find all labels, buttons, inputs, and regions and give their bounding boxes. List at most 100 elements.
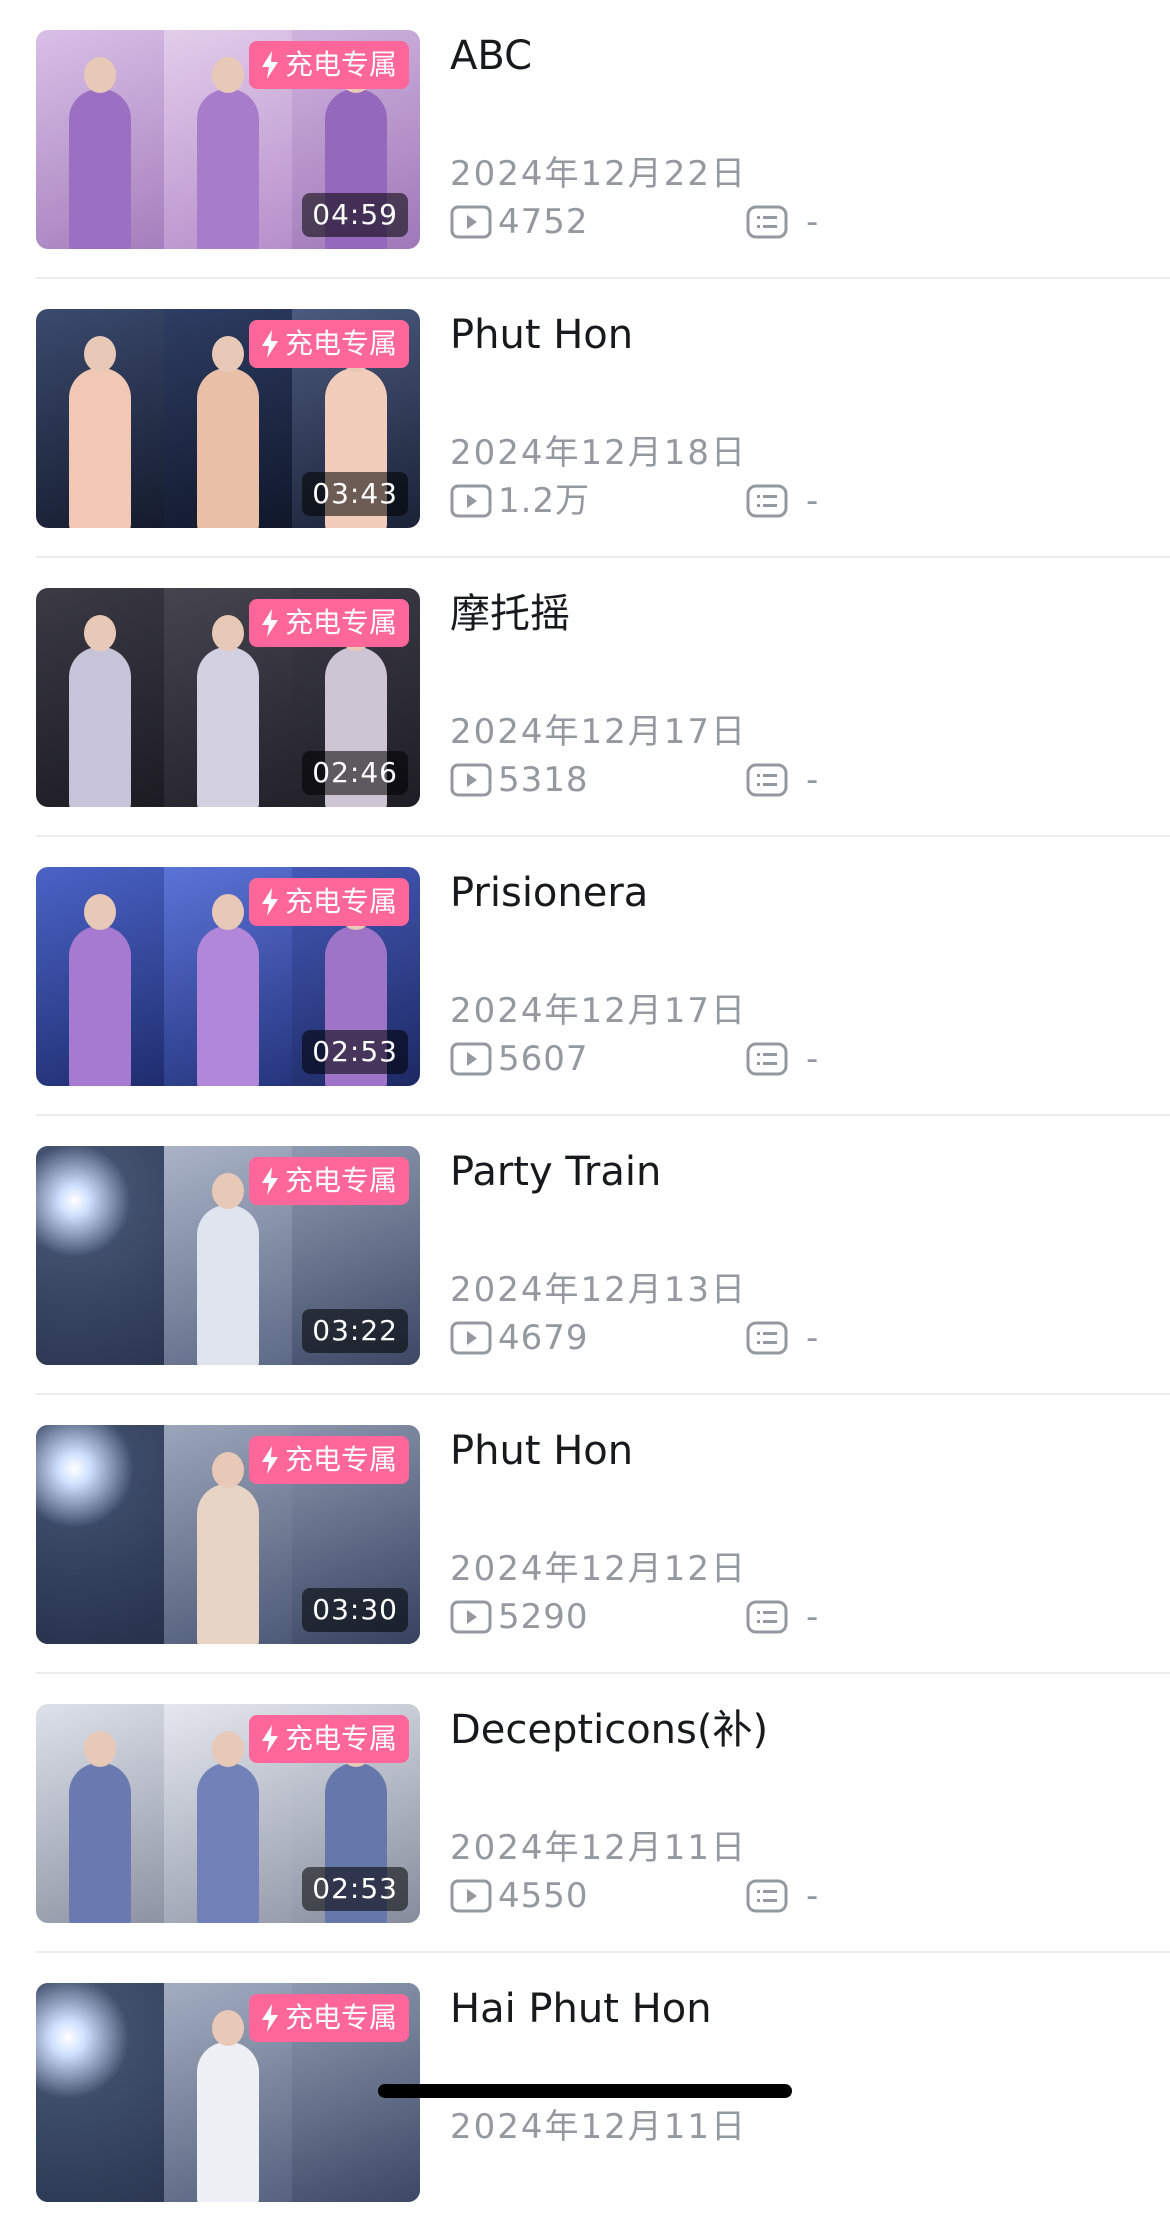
badge-label: 充电专属 [284, 885, 397, 918]
thumbnail-panel [36, 309, 164, 528]
thumbnail-figure [197, 1173, 259, 1365]
comment-list-icon [746, 205, 788, 239]
thumbnail-figure [69, 336, 131, 528]
thumbnail-panel [36, 1146, 164, 1365]
play-count: 5607 [450, 1037, 589, 1081]
play-count-value: 4550 [498, 1876, 589, 1916]
lightning-icon [261, 1446, 278, 1474]
thumbnail-figure [197, 1731, 259, 1923]
thumbnail-panel [36, 30, 164, 249]
badge-label: 充电专属 [284, 1443, 397, 1476]
video-date: 2024年12月11日 [450, 2107, 748, 2147]
video-title[interactable]: Party Train [450, 1146, 661, 1198]
video-thumbnail[interactable]: 充电专属 02:53 [36, 1704, 420, 1923]
badge-label: 充电专属 [284, 48, 397, 81]
video-date: 2024年12月22日 [450, 154, 748, 194]
comment-list-icon [746, 484, 788, 518]
play-count-value: 1.2万 [498, 481, 591, 521]
comment-list-icon [746, 763, 788, 797]
lightning-icon [261, 1725, 278, 1753]
thumbnail-panel [36, 588, 164, 807]
thumbnail-figure [197, 2010, 259, 2202]
video-duration: 02:53 [302, 1030, 408, 1074]
video-thumbnail[interactable]: 充电专属 03:43 [36, 309, 420, 528]
thumbnail-figure [197, 615, 259, 807]
thumbnail-figure [197, 57, 259, 249]
video-duration: 03:43 [302, 472, 408, 516]
lightning-icon [261, 2004, 278, 2032]
charge-exclusive-badge: 充电专属 [248, 1157, 409, 1205]
badge-label: 充电专属 [284, 1722, 397, 1755]
lightning-icon [261, 1167, 278, 1195]
play-count-icon [450, 484, 492, 518]
play-count: 5318 [450, 758, 589, 802]
video-date: 2024年12月12日 [450, 1549, 748, 1589]
video-duration: 04:59 [302, 193, 408, 237]
video-title[interactable]: Decepticons(补) [450, 1704, 768, 1756]
video-thumbnail[interactable]: 充电专属 03:30 [36, 1425, 420, 1644]
comment-count-value: - [806, 1876, 820, 1916]
video-thumbnail[interactable]: 充电专属 02:53 [36, 867, 420, 1086]
play-count-value: 5318 [498, 760, 589, 800]
comment-list-icon [746, 1321, 788, 1355]
video-duration: 02:53 [302, 1867, 408, 1911]
charge-exclusive-badge: 充电专属 [248, 599, 409, 647]
video-item[interactable]: 充电专属 04:59 ABC 2024年12月22日 4752 - [0, 0, 1170, 279]
thumbnail-figure [197, 894, 259, 1086]
video-thumbnail[interactable]: 充电专属 02:46 [36, 588, 420, 807]
charge-exclusive-badge: 充电专属 [248, 1436, 409, 1484]
play-count-icon [450, 205, 492, 239]
charge-exclusive-badge: 充电专属 [248, 1994, 409, 2042]
video-title[interactable]: ABC [450, 30, 532, 82]
video-item[interactable]: 充电专属 03:43 Phut Hon 2024年12月18日 1.2万 - [0, 279, 1170, 558]
charge-exclusive-badge: 充电专属 [248, 1715, 409, 1763]
play-count-icon [450, 1042, 492, 1076]
comment-count-value: - [806, 1039, 820, 1079]
comment-count: - [746, 1595, 819, 1639]
comment-list-icon [746, 1042, 788, 1076]
lightning-icon [261, 330, 278, 358]
video-item[interactable]: 充电专属 02:53 Decepticons(补) 2024年12月11日 45… [0, 1674, 1170, 1953]
lightning-icon [261, 609, 278, 637]
play-count: 5290 [450, 1595, 589, 1639]
play-count-icon [450, 1600, 492, 1634]
charge-exclusive-badge: 充电专属 [248, 41, 409, 89]
video-date: 2024年12月18日 [450, 433, 748, 473]
comment-count-value: - [806, 1597, 820, 1637]
video-date: 2024年12月13日 [450, 1270, 748, 1310]
video-item[interactable]: 充电专属 02:53 Prisionera 2024年12月17日 5607 - [0, 837, 1170, 1116]
comment-list-icon [746, 1600, 788, 1634]
video-date: 2024年12月11日 [450, 1828, 748, 1868]
thumbnail-panel [36, 1425, 164, 1644]
lightning-icon [261, 51, 278, 79]
badge-label: 充电专属 [284, 606, 397, 639]
play-count: 4679 [450, 1316, 589, 1360]
play-count-icon [450, 763, 492, 797]
video-title[interactable]: Hai Phut Hon [450, 1983, 712, 2035]
comment-list-icon [746, 1879, 788, 1913]
comment-count-value: - [806, 481, 820, 521]
play-count-icon [450, 1879, 492, 1913]
video-item[interactable]: 充电专属 03:22 Party Train 2024年12月13日 4679 … [0, 1116, 1170, 1395]
comment-count: - [746, 200, 819, 244]
home-indicator[interactable] [378, 2084, 792, 2098]
badge-label: 充电专属 [284, 1164, 397, 1197]
video-thumbnail[interactable]: 充电专属 04:59 [36, 30, 420, 249]
thumbnail-figure [69, 1731, 131, 1923]
video-thumbnail[interactable]: 充电专属 [36, 1983, 420, 2202]
play-count-icon [450, 1321, 492, 1355]
thumbnail-panel [36, 1983, 164, 2202]
video-item[interactable]: 充电专属 02:46 摩托摇 2024年12月17日 5318 - [0, 558, 1170, 837]
video-title[interactable]: Phut Hon [450, 1425, 633, 1477]
video-title[interactable]: Phut Hon [450, 309, 633, 361]
video-title[interactable]: Prisionera [450, 867, 648, 919]
video-title[interactable]: 摩托摇 [450, 588, 570, 640]
charge-exclusive-badge: 充电专属 [248, 878, 409, 926]
play-count-value: 5607 [498, 1039, 589, 1079]
thumbnail-figure [197, 336, 259, 528]
video-thumbnail[interactable]: 充电专属 03:22 [36, 1146, 420, 1365]
play-count-value: 5290 [498, 1597, 589, 1637]
badge-label: 充电专属 [284, 2001, 397, 2034]
video-item[interactable]: 充电专属 03:30 Phut Hon 2024年12月12日 5290 - [0, 1395, 1170, 1674]
play-count-value: 4752 [498, 202, 589, 242]
